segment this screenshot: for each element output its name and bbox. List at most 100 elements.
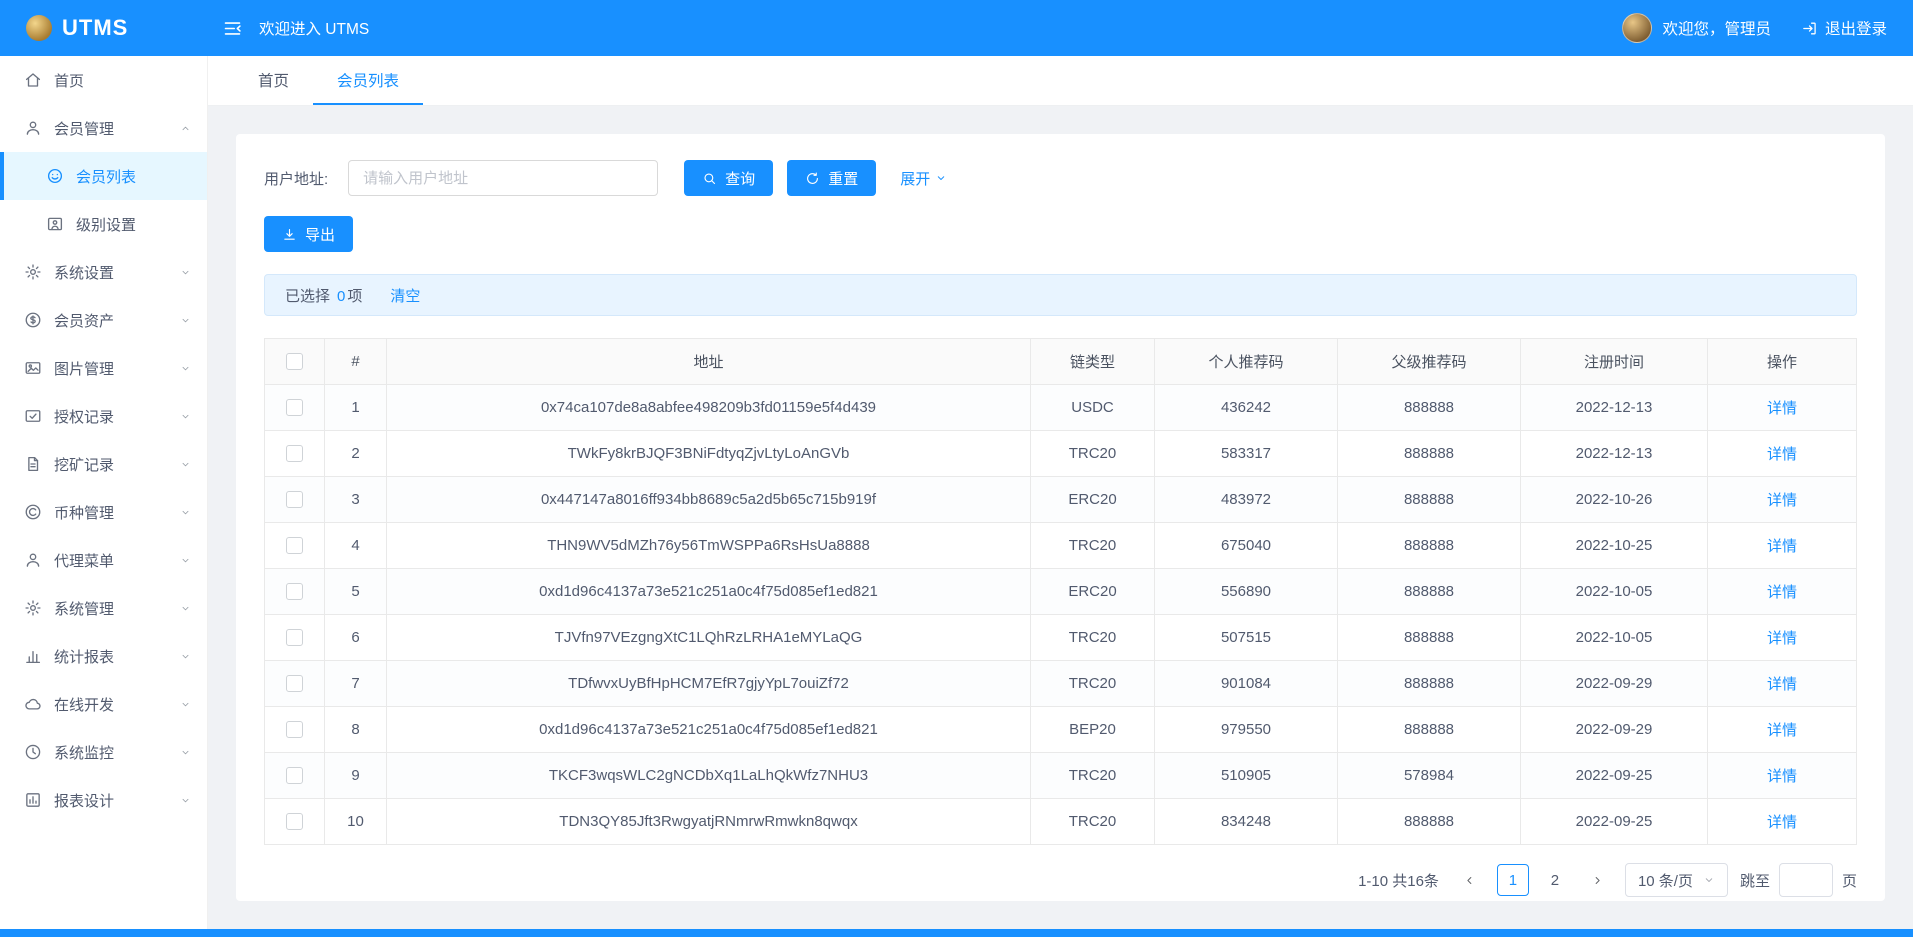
sidebar-item-member-management[interactable]: 会员管理	[0, 104, 207, 152]
row-index: 3	[325, 477, 387, 523]
row-parent-code: 888888	[1338, 523, 1521, 569]
clock-icon	[24, 743, 42, 761]
sidebar-item-system-settings[interactable]: 系统设置	[0, 248, 207, 296]
row-chain-type: TRC20	[1031, 523, 1155, 569]
row-detail-link[interactable]: 详情	[1767, 722, 1797, 739]
jump-page-input[interactable]	[1779, 863, 1833, 897]
row-chain-type: TRC20	[1031, 799, 1155, 845]
search-button[interactable]: 查询	[684, 160, 773, 196]
chevron-down-icon	[180, 363, 191, 374]
row-address: TDfwvxUyBfHpHCM7EfR7gjyYpL7ouiZf72	[387, 661, 1031, 707]
reset-button[interactable]: 重置	[787, 160, 876, 196]
row-detail-link[interactable]: 详情	[1767, 538, 1797, 555]
selection-bar: 已选择0项 清空	[264, 274, 1857, 316]
pagination-pages: 12	[1497, 864, 1571, 896]
column-header: 个人推荐码	[1155, 339, 1338, 385]
sidebar-item-label: 系统设置	[54, 262, 114, 283]
row-register-date: 2022-12-13	[1521, 385, 1708, 431]
row-detail-link[interactable]: 详情	[1767, 492, 1797, 509]
content: 用户地址: 查询 重置 展开 导出	[208, 106, 1913, 929]
select-all-checkbox[interactable]	[286, 353, 303, 370]
logout-button[interactable]: 退出登录	[1801, 17, 1887, 39]
chevron-down-icon	[180, 459, 191, 470]
table-row: 9 TKCF3wqsWLC2gNCDbXq1LaLhQkWfz7NHU3 TRC…	[265, 753, 1857, 799]
sidebar-item-member-assets[interactable]: 会员资产	[0, 296, 207, 344]
logout-label: 退出登录	[1825, 17, 1887, 39]
row-checkbox[interactable]	[286, 675, 303, 692]
page-number-1[interactable]: 1	[1497, 864, 1529, 896]
sidebar-item-online-development[interactable]: 在线开发	[0, 680, 207, 728]
row-checkbox[interactable]	[286, 583, 303, 600]
clear-selection-link[interactable]: 清空	[390, 285, 420, 306]
collapse-sidebar-button[interactable]	[222, 18, 243, 39]
pagination-next-button[interactable]	[1583, 865, 1613, 895]
row-register-date: 2022-10-05	[1521, 569, 1708, 615]
page-size-select[interactable]: 10 条/页	[1625, 863, 1728, 897]
sidebar-item-member-list[interactable]: 会员列表	[0, 152, 207, 200]
row-parent-code: 578984	[1338, 753, 1521, 799]
row-personal-code: 510905	[1155, 753, 1338, 799]
row-checkbox[interactable]	[286, 491, 303, 508]
sidebar-item-label: 级别设置	[76, 214, 136, 235]
row-detail-link[interactable]: 详情	[1767, 400, 1797, 417]
row-parent-code: 888888	[1338, 799, 1521, 845]
chevron-left-icon	[1463, 874, 1476, 887]
row-checkbox[interactable]	[286, 767, 303, 784]
sidebar-item-image-management[interactable]: 图片管理	[0, 344, 207, 392]
expand-filters-link[interactable]: 展开	[900, 168, 947, 189]
row-chain-type: ERC20	[1031, 477, 1155, 523]
sidebar-item-system-management[interactable]: 系统管理	[0, 584, 207, 632]
main-area: 首页 会员列表 用户地址: 查询 重置 展开	[208, 56, 1913, 929]
user-menu[interactable]: 欢迎您，管理员	[1622, 13, 1771, 43]
row-register-date: 2022-12-13	[1521, 431, 1708, 477]
row-checkbox[interactable]	[286, 813, 303, 830]
row-register-date: 2022-09-25	[1521, 753, 1708, 799]
sidebar-item-statistics-reports[interactable]: 统计报表	[0, 632, 207, 680]
row-detail-link[interactable]: 详情	[1767, 630, 1797, 647]
sidebar-item-label: 授权记录	[54, 406, 114, 427]
search-button-label: 查询	[725, 168, 755, 189]
row-personal-code: 483972	[1155, 477, 1338, 523]
sidebar-item-label: 在线开发	[54, 694, 114, 715]
tab-home[interactable]: 首页	[234, 56, 313, 105]
row-chain-type: TRC20	[1031, 615, 1155, 661]
chart-box-icon	[24, 791, 42, 809]
row-checkbox[interactable]	[286, 445, 303, 462]
image-icon	[24, 359, 42, 377]
row-detail-link[interactable]: 详情	[1767, 446, 1797, 463]
sidebar-item-agent-menu[interactable]: 代理菜单	[0, 536, 207, 584]
row-detail-link[interactable]: 详情	[1767, 584, 1797, 601]
jump-unit-label: 页	[1842, 870, 1857, 891]
sidebar-item-mining-records[interactable]: 挖矿记录	[0, 440, 207, 488]
gear-icon	[24, 599, 42, 617]
pagination-prev-button[interactable]	[1455, 865, 1485, 895]
sidebar-item-label: 图片管理	[54, 358, 114, 379]
row-checkbox[interactable]	[286, 399, 303, 416]
chevron-down-icon	[180, 747, 191, 758]
row-register-date: 2022-10-05	[1521, 615, 1708, 661]
row-checkbox[interactable]	[286, 537, 303, 554]
app-logo[interactable]: UTMS	[0, 15, 208, 41]
row-checkbox[interactable]	[286, 629, 303, 646]
sidebar-item-coin-management[interactable]: 币种管理	[0, 488, 207, 536]
sidebar-item-report-design[interactable]: 报表设计	[0, 776, 207, 824]
sidebar-item-label: 系统管理	[54, 598, 114, 619]
export-button[interactable]: 导出	[264, 216, 353, 252]
sidebar-item-system-monitoring[interactable]: 系统监控	[0, 728, 207, 776]
chevron-down-icon	[180, 315, 191, 326]
row-detail-link[interactable]: 详情	[1767, 814, 1797, 831]
cloud-icon	[24, 695, 42, 713]
sidebar-item-home[interactable]: 首页	[0, 56, 207, 104]
row-checkbox[interactable]	[286, 721, 303, 738]
tab-member-list[interactable]: 会员列表	[313, 56, 423, 105]
sidebar-item-authorization-records[interactable]: 授权记录	[0, 392, 207, 440]
address-filter-input[interactable]	[348, 160, 658, 196]
row-chain-type: TRC20	[1031, 661, 1155, 707]
bar-chart-icon	[24, 647, 42, 665]
sidebar-item-level-settings[interactable]: 级别设置	[0, 200, 207, 248]
row-chain-type: BEP20	[1031, 707, 1155, 753]
row-detail-link[interactable]: 详情	[1767, 768, 1797, 785]
sidebar-item-label: 统计报表	[54, 646, 114, 667]
page-number-2[interactable]: 2	[1539, 864, 1571, 896]
row-detail-link[interactable]: 详情	[1767, 676, 1797, 693]
